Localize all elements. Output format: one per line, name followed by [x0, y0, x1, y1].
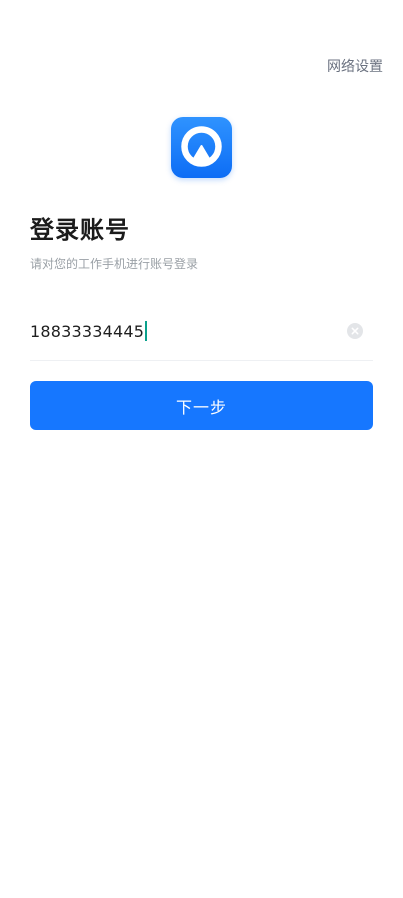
clear-input-icon[interactable]: [347, 323, 363, 339]
network-settings-link[interactable]: 网络设置: [327, 56, 383, 76]
app-logo-icon: [171, 117, 232, 178]
page-subtitle: 请对您的工作手机进行账号登录: [30, 257, 199, 271]
phone-input-row: 18833334445: [30, 310, 373, 361]
phone-input[interactable]: 18833334445: [30, 321, 148, 341]
page-title: 登录账号: [30, 216, 130, 244]
phone-input-value: 18833334445: [30, 321, 145, 341]
next-step-button[interactable]: 下一步: [30, 381, 373, 430]
text-caret: [145, 321, 148, 341]
